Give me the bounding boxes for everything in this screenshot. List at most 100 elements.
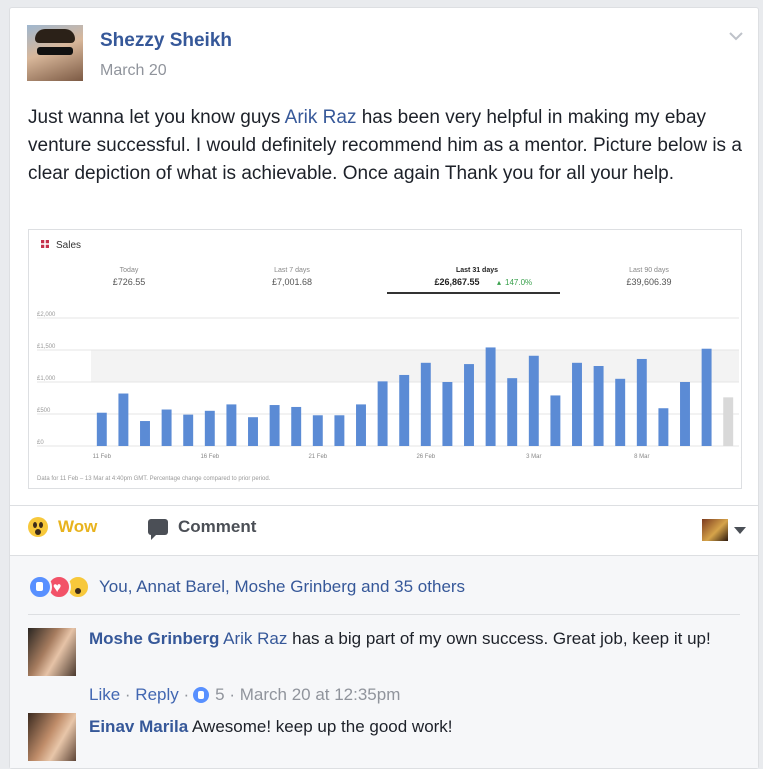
sales-bar[interactable] <box>464 364 474 446</box>
comment-2: Einav Marila Awesome! keep up the good w… <box>89 715 719 739</box>
sales-bar[interactable] <box>572 362 582 446</box>
commenter-name[interactable]: Einav Marila <box>89 717 188 736</box>
sales-bar[interactable] <box>528 355 539 446</box>
commenter-name[interactable]: Moshe Grinberg <box>89 629 219 648</box>
post-author-name[interactable]: Shezzy Sheikh <box>100 30 232 52</box>
sales-bar[interactable] <box>161 409 172 446</box>
reaction-summary-text[interactable]: You, Annat Barel, Moshe Grinberg and 35 … <box>99 577 465 597</box>
comment-timestamp[interactable]: March 20 at 12:35pm <box>240 685 401 705</box>
reaction-summary[interactable]: You, Annat Barel, Moshe Grinberg and 35 … <box>28 575 465 599</box>
y-tick-label: £2,000 <box>37 312 56 318</box>
author-avatar[interactable] <box>27 25 83 81</box>
comment-like-link[interactable]: Like <box>89 685 120 705</box>
comment-icon <box>148 519 168 540</box>
comment-mention[interactable]: Arik Raz <box>223 629 287 648</box>
wow-reaction-label: Wow <box>58 517 98 536</box>
sales-bar[interactable] <box>291 406 302 446</box>
sales-bar[interactable] <box>615 378 626 446</box>
avatar-sunglasses <box>37 47 73 55</box>
x-tick-label: 21 Feb <box>308 454 327 460</box>
x-tick-label: 3 Mar <box>526 454 541 460</box>
meta-separator: · <box>224 685 240 704</box>
sales-bar[interactable] <box>550 395 561 446</box>
commenter-avatar[interactable] <box>28 628 76 676</box>
sales-bar[interactable] <box>420 362 431 446</box>
x-tick-label: 16 Feb <box>200 454 219 460</box>
sales-bar[interactable] <box>140 421 150 446</box>
sales-bar[interactable] <box>658 408 669 446</box>
sales-bar[interactable] <box>334 415 345 446</box>
comment-reply-link[interactable]: Reply <box>135 685 178 705</box>
comment-like-count[interactable]: 5 <box>215 685 224 705</box>
comment-1-meta: Like · Reply · 5 · March 20 at 12:35pm <box>89 685 400 705</box>
meta-separator: · <box>178 685 190 704</box>
chevron-down-icon[interactable] <box>728 28 744 44</box>
sales-bar[interactable] <box>723 397 734 446</box>
post-text: Just wanna let you know guys Arik Raz ha… <box>28 104 743 188</box>
y-tick-label: £0 <box>37 440 44 446</box>
summary-value-7days: £7,001.68 <box>272 277 312 287</box>
sales-chart-svg: Sales Today £726.55 Last 7 days £7,001.6… <box>37 238 741 482</box>
x-tick-label: 11 Feb <box>93 454 112 460</box>
chart-title: Sales <box>56 240 81 251</box>
viewer-avatar[interactable] <box>702 519 728 541</box>
summary-value-90days: £39,606.39 <box>626 277 671 287</box>
avatar-hair <box>35 29 75 43</box>
sales-bar[interactable] <box>226 404 237 446</box>
sales-bar[interactable] <box>96 412 107 446</box>
sales-bar[interactable] <box>680 382 690 446</box>
post-text-part-1: Just wanna let you know guys <box>28 107 285 128</box>
x-tick-label: 13 Mar <box>740 454 741 460</box>
summary-value-31days: £26,867.55 <box>434 277 479 287</box>
comments-divider <box>28 614 740 615</box>
wow-emoji-icon <box>28 517 48 537</box>
sales-bar[interactable] <box>399 374 410 446</box>
summary-label-7days: Last 7 days <box>274 267 310 274</box>
sales-bar[interactable] <box>204 410 215 446</box>
post-actions-bar: Wow Comment <box>10 505 758 553</box>
post-mention[interactable]: Arik Raz <box>285 107 357 128</box>
chevron-down-icon[interactable] <box>734 527 746 534</box>
post-date[interactable]: March 20 <box>100 62 167 80</box>
chart-footnote: Data for 11 Feb – 13 Mar at 4:40pm GMT. … <box>37 476 271 482</box>
like-count-icon <box>193 687 210 703</box>
chart-y-axis-labels: £2,000 £1,500 £1,000 £500 £0 <box>37 312 56 446</box>
comment-button-label: Comment <box>178 517 257 536</box>
sales-bar[interactable] <box>183 414 194 446</box>
like-reaction-icon <box>28 575 52 599</box>
meta-separator: · <box>120 685 136 704</box>
post-card: Shezzy Sheikh March 20 Just wanna let yo… <box>9 7 759 769</box>
summary-change-arrow: ▴ <box>497 278 501 287</box>
sales-bar[interactable] <box>701 348 712 446</box>
sales-bar[interactable] <box>636 358 647 446</box>
commenter-avatar[interactable] <box>28 713 76 761</box>
selected-period-underline <box>387 292 560 294</box>
summary-change-31days: 147.0% <box>505 278 532 287</box>
wow-reaction-button[interactable]: Wow <box>28 517 97 537</box>
comment-text: Awesome! keep up the good work! <box>192 717 453 736</box>
summary-label-today: Today <box>120 267 139 274</box>
sales-bar[interactable] <box>356 404 366 446</box>
chart-x-axis-labels: 11 Feb 16 Feb 21 Feb 26 Feb 3 Mar 8 Mar 13 Mar <box>93 454 741 460</box>
sales-chart[interactable]: Sales Today £726.55 Last 7 days £7,001.6… <box>28 229 742 489</box>
actions-divider-bottom <box>10 555 758 556</box>
sales-bar[interactable] <box>118 393 129 446</box>
y-tick-label: £500 <box>37 408 51 414</box>
y-tick-label: £1,500 <box>37 344 56 350</box>
sales-bar[interactable] <box>377 381 388 446</box>
sales-bar[interactable] <box>593 366 604 446</box>
summary-value-today: £726.55 <box>113 277 146 287</box>
x-tick-label: 26 Feb <box>416 454 435 460</box>
summary-label-90days: Last 90 days <box>629 267 669 274</box>
comment-1: Moshe Grinberg Arik Raz has a big part o… <box>89 627 719 651</box>
summary-label-31days: Last 31 days <box>456 267 498 274</box>
comment-button[interactable]: Comment <box>148 517 257 540</box>
sales-bar[interactable] <box>485 347 496 446</box>
sales-bar[interactable] <box>269 405 280 446</box>
sales-icon <box>39 238 51 250</box>
comment-text: has a big part of my own success. Great … <box>287 629 711 648</box>
sales-bar[interactable] <box>312 415 323 446</box>
sales-bar[interactable] <box>507 378 518 446</box>
sales-bar[interactable] <box>248 417 258 446</box>
sales-bar[interactable] <box>442 382 453 446</box>
